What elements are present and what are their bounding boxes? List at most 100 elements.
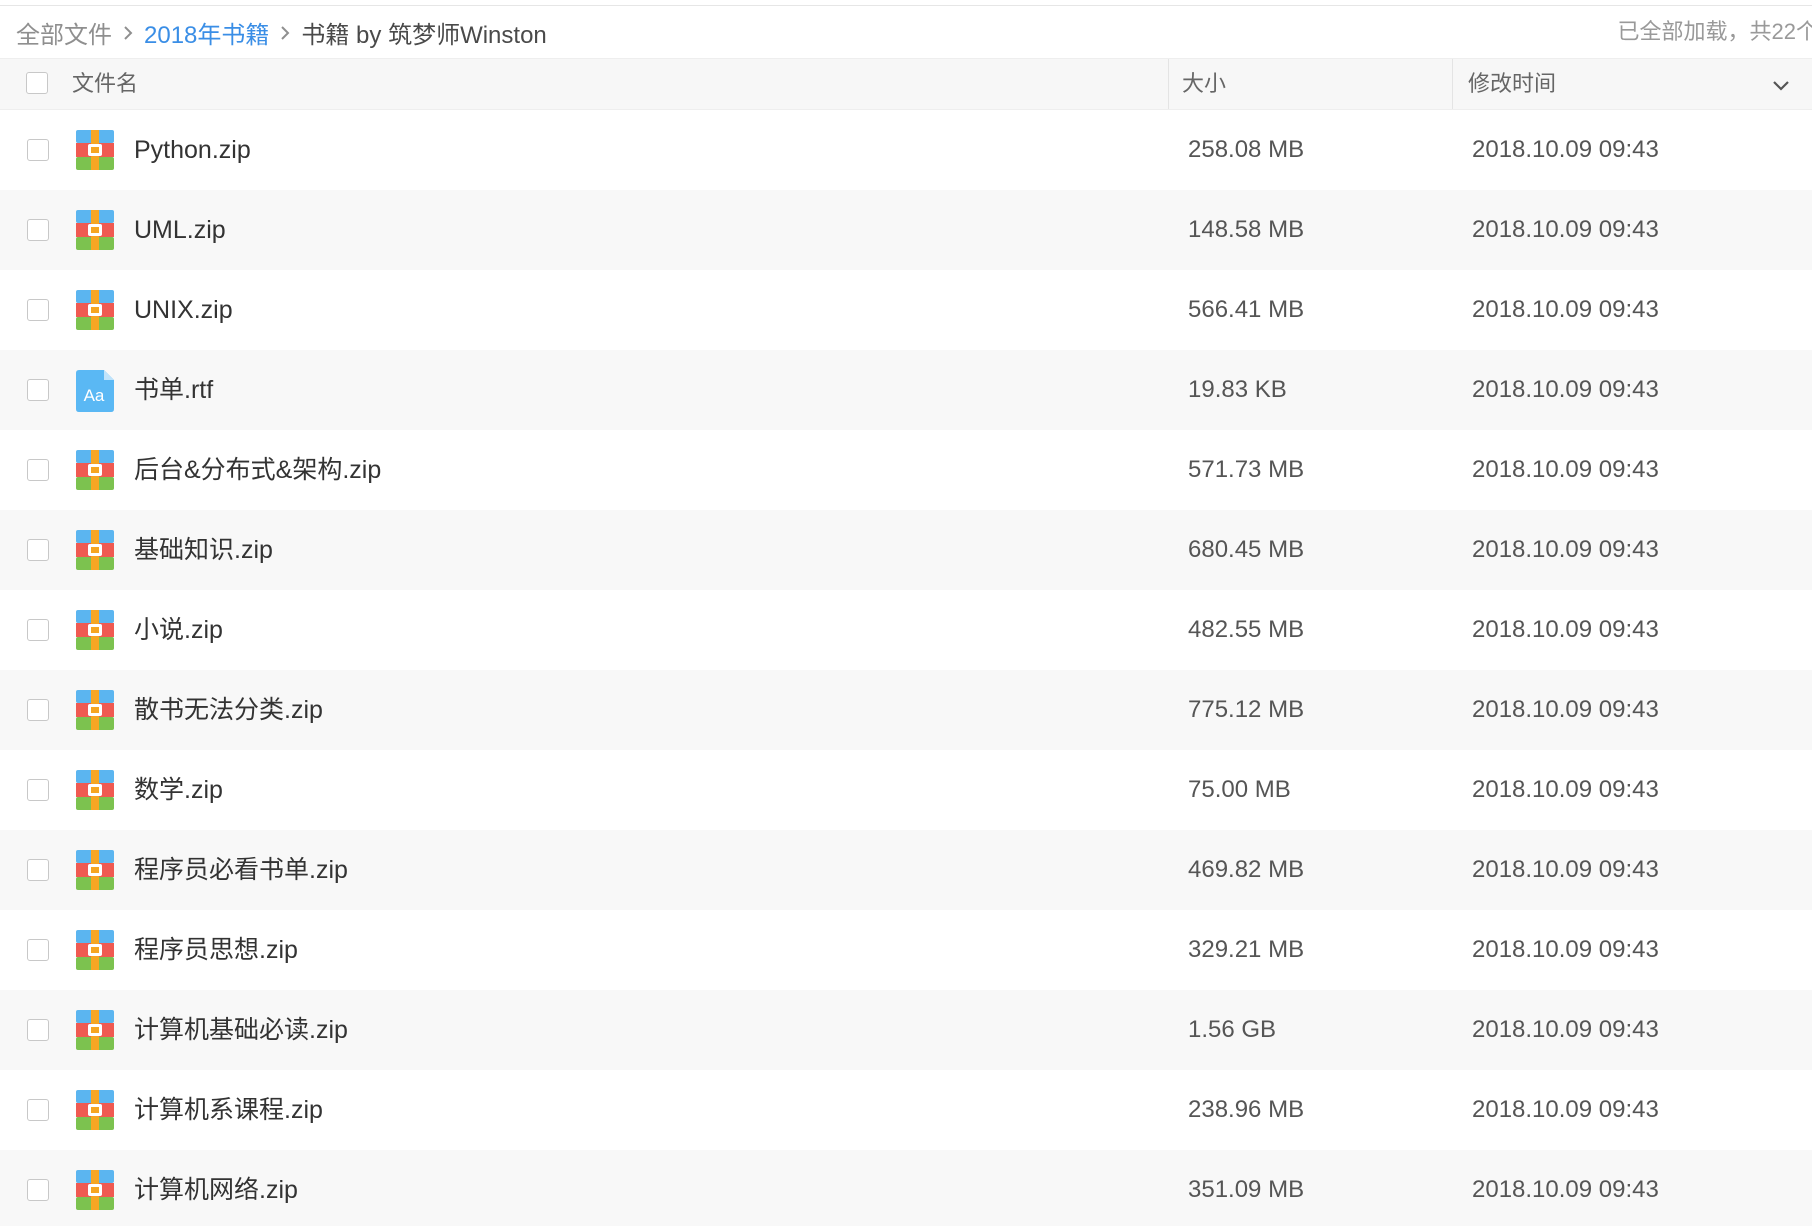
- file-name[interactable]: UNIX.zip: [134, 270, 233, 350]
- file-size: 566.41 MB: [1188, 296, 1305, 323]
- file-size: 1.56 GB: [1188, 1016, 1277, 1043]
- file-row[interactable]: 计算机系课程.zip 238.96 MB 2018.10.09 09:43: [0, 1070, 1812, 1150]
- file-size: 571.73 MB: [1188, 456, 1305, 483]
- file-row[interactable]: 后台&分布式&架构.zip 571.73 MB 2018.10.09 09:43: [0, 430, 1812, 510]
- row-checkbox[interactable]: [27, 779, 49, 801]
- zip-archive-icon: [76, 850, 114, 890]
- column-header-name[interactable]: 文件名: [72, 59, 138, 109]
- file-size: 329.21 MB: [1188, 936, 1305, 963]
- row-checkbox[interactable]: [27, 379, 49, 401]
- select-all-checkbox[interactable]: [26, 72, 48, 94]
- file-modified-time: 2018.10.09 09:43: [1472, 536, 1659, 563]
- load-status: 已全部加载，共22个: [1617, 19, 1812, 44]
- rtf-document-icon: Aa: [76, 370, 114, 412]
- file-size: 258.08 MB: [1188, 136, 1305, 163]
- file-row[interactable]: UNIX.zip 566.41 MB 2018.10.09 09:43: [0, 270, 1812, 350]
- zip-archive-icon: [76, 210, 114, 250]
- row-checkbox[interactable]: [27, 219, 49, 241]
- file-row[interactable]: 程序员必看书单.zip 469.82 MB 2018.10.09 09:43: [0, 830, 1812, 910]
- file-size: 351.09 MB: [1188, 1176, 1305, 1203]
- svg-text:Aa: Aa: [84, 386, 105, 405]
- file-name[interactable]: 程序员思想.zip: [134, 910, 298, 990]
- file-row[interactable]: UML.zip 148.58 MB 2018.10.09 09:43: [0, 190, 1812, 270]
- file-modified-time: 2018.10.09 09:43: [1472, 776, 1659, 803]
- file-name[interactable]: 数学.zip: [134, 750, 223, 830]
- file-modified-time: 2018.10.09 09:43: [1472, 1016, 1659, 1043]
- zip-archive-icon: [76, 450, 114, 490]
- row-checkbox[interactable]: [27, 699, 49, 721]
- file-name[interactable]: 基础知识.zip: [134, 510, 273, 590]
- row-checkbox[interactable]: [27, 1099, 49, 1121]
- file-modified-time: 2018.10.09 09:43: [1472, 136, 1659, 163]
- breadcrumb-root[interactable]: 全部文件: [16, 15, 112, 50]
- zip-archive-icon: [76, 610, 114, 650]
- file-size: 482.55 MB: [1188, 616, 1305, 643]
- file-row[interactable]: 数学.zip 75.00 MB 2018.10.09 09:43: [0, 750, 1812, 830]
- column-divider: [1168, 59, 1169, 109]
- file-name[interactable]: 后台&分布式&架构.zip: [134, 430, 381, 510]
- file-modified-time: 2018.10.09 09:43: [1472, 856, 1659, 883]
- zip-archive-icon: [76, 290, 114, 330]
- file-list-header: 文件名 大小 修改时间: [0, 58, 1812, 110]
- row-checkbox[interactable]: [27, 539, 49, 561]
- file-row[interactable]: 小说.zip 482.55 MB 2018.10.09 09:43: [0, 590, 1812, 670]
- chevron-right-icon: [112, 19, 144, 45]
- file-list: Python.zip 258.08 MB 2018.10.09 09:43 UML.z…: [0, 110, 1812, 1226]
- chevron-down-icon[interactable]: [1770, 74, 1792, 96]
- file-modified-time: 2018.10.09 09:43: [1472, 696, 1659, 723]
- file-row[interactable]: Python.zip 258.08 MB 2018.10.09 09:43: [0, 110, 1812, 190]
- row-checkbox[interactable]: [27, 859, 49, 881]
- file-row[interactable]: 计算机网络.zip 351.09 MB 2018.10.09 09:43: [0, 1150, 1812, 1226]
- file-size: 469.82 MB: [1188, 856, 1305, 883]
- file-modified-time: 2018.10.09 09:43: [1472, 216, 1659, 243]
- file-name[interactable]: 计算机基础必读.zip: [134, 990, 348, 1070]
- row-checkbox[interactable]: [27, 139, 49, 161]
- chevron-right-icon: [269, 19, 301, 45]
- file-modified-time: 2018.10.09 09:43: [1472, 456, 1659, 483]
- row-checkbox[interactable]: [27, 619, 49, 641]
- column-header-modified[interactable]: 修改时间: [1468, 59, 1556, 109]
- row-checkbox[interactable]: [27, 299, 49, 321]
- file-name[interactable]: Python.zip: [134, 110, 251, 190]
- file-size: 148.58 MB: [1188, 216, 1305, 243]
- file-name[interactable]: UML.zip: [134, 190, 226, 270]
- file-modified-time: 2018.10.09 09:43: [1472, 1176, 1659, 1203]
- file-row[interactable]: 散书无法分类.zip 775.12 MB 2018.10.09 09:43: [0, 670, 1812, 750]
- zip-archive-icon: [76, 1170, 114, 1210]
- file-row[interactable]: 程序员思想.zip 329.21 MB 2018.10.09 09:43: [0, 910, 1812, 990]
- breadcrumb-current: 书籍 by 筑梦师Winston: [301, 21, 547, 49]
- file-modified-time: 2018.10.09 09:43: [1472, 936, 1659, 963]
- file-name[interactable]: 小说.zip: [134, 590, 223, 670]
- row-checkbox[interactable]: [27, 1019, 49, 1041]
- breadcrumb-parent[interactable]: 2018年书籍: [144, 15, 269, 50]
- file-size: 775.12 MB: [1188, 696, 1305, 723]
- file-name[interactable]: 散书无法分类.zip: [134, 670, 323, 750]
- zip-archive-icon: [76, 130, 114, 170]
- breadcrumb: 全部文件 2018年书籍 书籍 by 筑梦师Winston: [16, 6, 547, 58]
- file-name[interactable]: 程序员必看书单.zip: [134, 830, 348, 910]
- column-divider: [1452, 59, 1453, 109]
- file-modified-time: 2018.10.09 09:43: [1472, 616, 1659, 643]
- file-row[interactable]: 计算机基础必读.zip 1.56 GB 2018.10.09 09:43: [0, 990, 1812, 1070]
- zip-archive-icon: [76, 1090, 114, 1130]
- file-browser: 全部文件 2018年书籍 书籍 by 筑梦师Winston 已全部加载，共22个…: [0, 0, 1812, 1226]
- zip-archive-icon: [76, 530, 114, 570]
- file-row[interactable]: Aa 书单.rtf 19.83 KB 2018.10.09 09:43: [0, 350, 1812, 430]
- file-name[interactable]: 书单.rtf: [134, 350, 213, 430]
- file-size: 19.83 KB: [1188, 376, 1287, 403]
- zip-archive-icon: [76, 770, 114, 810]
- file-modified-time: 2018.10.09 09:43: [1472, 1096, 1659, 1123]
- zip-archive-icon: [76, 930, 114, 970]
- file-row[interactable]: 基础知识.zip 680.45 MB 2018.10.09 09:43: [0, 510, 1812, 590]
- row-checkbox[interactable]: [27, 1179, 49, 1201]
- file-name[interactable]: 计算机网络.zip: [134, 1150, 298, 1226]
- file-modified-time: 2018.10.09 09:43: [1472, 376, 1659, 403]
- row-checkbox[interactable]: [27, 459, 49, 481]
- file-modified-time: 2018.10.09 09:43: [1472, 296, 1659, 323]
- file-name[interactable]: 计算机系课程.zip: [134, 1070, 323, 1150]
- file-size: 75.00 MB: [1188, 776, 1291, 803]
- file-size: 238.96 MB: [1188, 1096, 1305, 1123]
- column-header-size[interactable]: 大小: [1182, 59, 1226, 109]
- zip-archive-icon: [76, 690, 114, 730]
- row-checkbox[interactable]: [27, 939, 49, 961]
